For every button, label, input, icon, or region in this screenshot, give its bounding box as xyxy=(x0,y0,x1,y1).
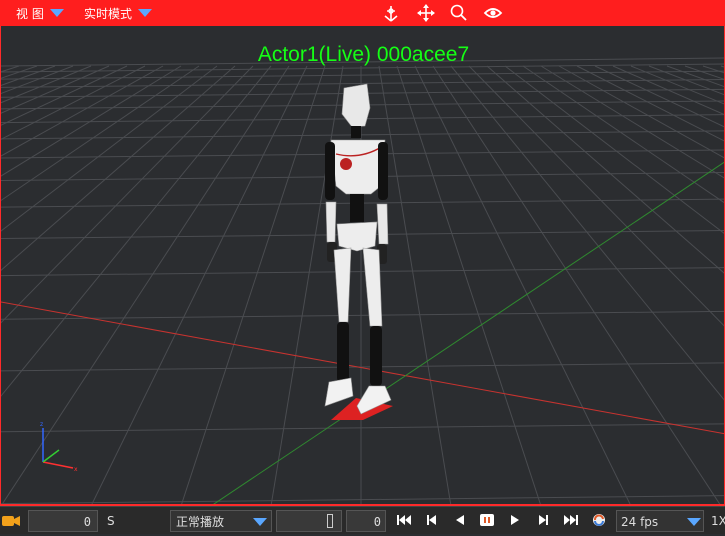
current-frame-field[interactable]: 0 xyxy=(28,510,98,532)
actor-right-upper-arm xyxy=(378,142,388,200)
chevron-down-icon xyxy=(687,518,701,526)
pause-icon xyxy=(480,514,494,526)
loop-icon xyxy=(593,514,605,526)
loop-button[interactable] xyxy=(591,512,609,528)
actor-right-thigh xyxy=(362,247,383,327)
actor-left-thigh xyxy=(333,247,352,323)
mode-menu[interactable]: 实时模式 xyxy=(84,0,153,26)
frame-unit-label: S xyxy=(107,514,115,528)
svg-text:x: x xyxy=(74,466,78,473)
next-key-button[interactable] xyxy=(535,512,551,528)
y-axis-line xyxy=(213,161,724,504)
fps-select[interactable]: 24 fps xyxy=(616,510,704,532)
top-toolbar: 视 图 实时模式 xyxy=(0,0,725,26)
play-mode-label: 正常播放 xyxy=(176,515,225,529)
previous-frame-button[interactable] xyxy=(452,512,468,528)
actor-abdomen xyxy=(350,194,364,222)
skip-to-start-icon xyxy=(397,515,411,525)
play-mode-select[interactable]: 正常播放 xyxy=(170,510,272,532)
actor-pelvis xyxy=(336,221,378,252)
zoom-icon xyxy=(450,4,467,21)
camera-icon xyxy=(2,516,20,526)
play-button[interactable] xyxy=(507,512,523,528)
chevron-down-icon xyxy=(138,9,153,17)
joint-icon xyxy=(384,6,398,22)
actor-head xyxy=(341,83,371,128)
actor-figure[interactable] xyxy=(324,83,392,415)
axis-gizmo: z x xyxy=(40,421,78,473)
actor-chest-emblem xyxy=(340,158,352,170)
record-button[interactable] xyxy=(0,510,22,532)
joint-tool-button[interactable] xyxy=(381,3,401,23)
go-to-end-button[interactable] xyxy=(563,512,579,528)
eye-tool-button[interactable] xyxy=(483,3,503,23)
speed-label[interactable]: 1X xyxy=(711,510,725,532)
actor-torso xyxy=(330,139,386,195)
actor-right-forearm xyxy=(376,203,389,245)
actor-neck xyxy=(351,126,361,138)
start-frame-field[interactable] xyxy=(276,510,342,532)
timeline-bar: 0 S 正常播放 0 24 fps 1X xyxy=(0,506,725,534)
actor-right-shin xyxy=(370,326,382,386)
play-reverse-icon xyxy=(456,515,464,525)
go-to-start-button[interactable] xyxy=(396,512,412,528)
actor-left-foot xyxy=(324,377,354,407)
svg-text:z: z xyxy=(40,421,43,428)
end-frame-field[interactable]: 0 xyxy=(346,510,386,532)
pause-button[interactable] xyxy=(479,512,495,528)
actor-left-forearm xyxy=(325,201,337,243)
view-menu-label: 视 图 xyxy=(16,6,44,21)
mode-menu-label: 实时模式 xyxy=(84,6,133,21)
eye-icon xyxy=(483,8,503,18)
current-frame-value: 0 xyxy=(83,515,91,529)
3d-viewport[interactable]: z x Actor1(Live) 000acee7 xyxy=(0,26,725,506)
fps-label: 24 fps xyxy=(621,515,659,529)
view-menu[interactable]: 视 图 xyxy=(16,0,64,26)
chevron-down-icon xyxy=(253,518,267,526)
slider-handle[interactable] xyxy=(327,514,333,528)
scene-canvas: z x xyxy=(1,57,724,504)
actor-left-upper-arm xyxy=(325,142,335,200)
move-icon xyxy=(417,4,435,22)
skip-to-end-icon xyxy=(564,515,578,525)
step-back-icon xyxy=(427,515,436,525)
play-icon xyxy=(511,515,519,525)
step-forward-icon xyxy=(539,515,548,525)
move-tool-button[interactable] xyxy=(416,3,436,23)
chevron-down-icon xyxy=(49,9,64,17)
end-frame-value: 0 xyxy=(373,515,381,529)
actor-label: Actor1(Live) 000acee7 xyxy=(257,43,470,66)
actor-left-shin xyxy=(337,322,349,382)
zoom-tool-button[interactable] xyxy=(449,3,469,23)
previous-key-button[interactable] xyxy=(424,512,440,528)
